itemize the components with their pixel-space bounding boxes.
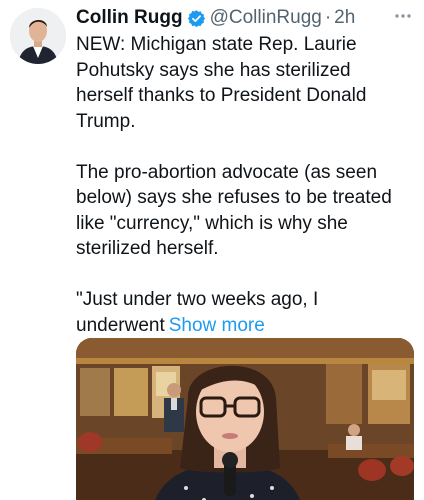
show-more-link[interactable]: Show more — [169, 315, 265, 336]
video-frame — [76, 338, 414, 500]
author-handle[interactable]: @CollinRugg — [210, 7, 322, 29]
more-dots-icon[interactable] — [392, 6, 414, 26]
text-line: "Just under two weeks ago, I — [76, 289, 319, 310]
text-line: herself thanks to President Donald — [76, 85, 367, 106]
timestamp[interactable]: 2h — [334, 7, 355, 29]
text-line: NEW: Michigan state Rep. Laurie — [76, 34, 357, 55]
tweet-media-video[interactable] — [76, 338, 414, 500]
tweet[interactable]: Collin Rugg @CollinRugg · 2h NEW: Michig… — [0, 0, 424, 500]
avatar[interactable] — [10, 8, 66, 64]
text-line: below) says she refuses to be treated — [76, 187, 392, 208]
tweet-text: NEW: Michigan state Rep. Laurie Pohutsky… — [76, 32, 416, 364]
paragraph: The pro-abortion advocate (as seen below… — [76, 160, 416, 262]
author-name[interactable]: Collin Rugg — [76, 7, 183, 29]
verified-badge-icon — [187, 9, 206, 28]
text-line: like "currency," which is why she — [76, 212, 348, 234]
text-fragment: underwent — [76, 314, 165, 336]
text-line: Trump. — [76, 110, 136, 132]
avatar-image — [10, 8, 66, 64]
text-line: sterilized herself. — [76, 238, 219, 259]
text-line: Pohutsky says she has sterilized — [76, 59, 351, 81]
text-line: underwent Show more — [76, 313, 416, 339]
paragraph: "Just under two weeks ago, I underwent Sh… — [76, 287, 416, 338]
separator: · — [324, 7, 332, 28]
tweet-header: Collin Rugg @CollinRugg · 2h — [76, 4, 414, 32]
paragraph: NEW: Michigan state Rep. Laurie Pohutsky… — [76, 32, 416, 134]
text-line: The pro-abortion advocate (as seen — [76, 161, 378, 183]
